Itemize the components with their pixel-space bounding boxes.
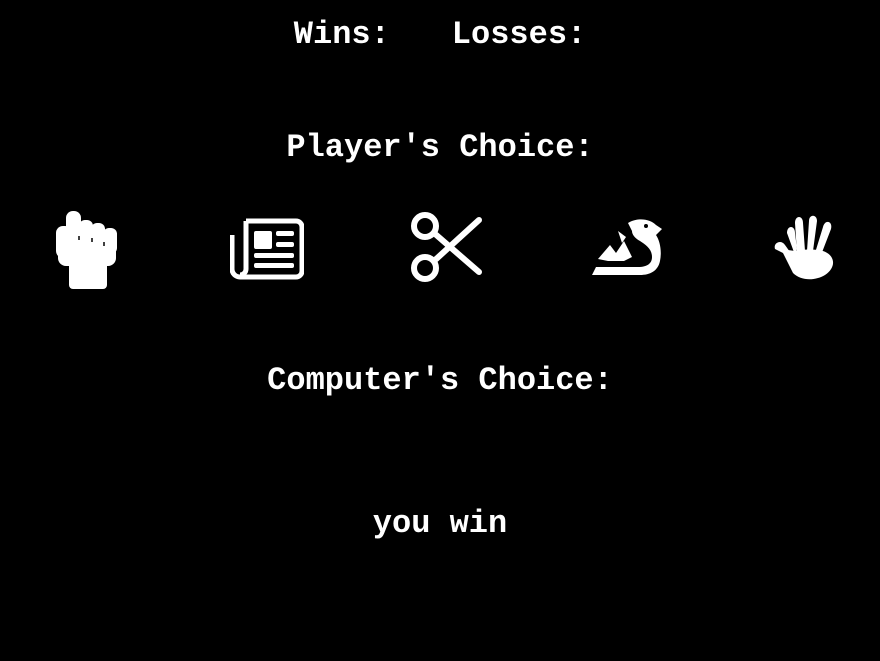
vulcan-salute-icon — [774, 215, 834, 280]
result-text: you win — [372, 505, 508, 542]
dragon-button[interactable] — [581, 200, 671, 296]
rock-button[interactable] — [44, 200, 134, 296]
dragon-icon — [592, 219, 662, 275]
score-row: Wins: Losses: — [0, 19, 880, 51]
spock-button[interactable] — [762, 200, 852, 296]
fist-icon — [56, 211, 117, 289]
player-choices — [0, 200, 880, 296]
wins-label: Wins: — [293, 16, 390, 53]
computer-choice-title: Computer's Choice: — [267, 362, 613, 399]
scissors-icon — [411, 212, 482, 282]
paper-button[interactable] — [222, 200, 312, 296]
player-choice-title: Player's Choice: — [286, 129, 594, 166]
losses-label: Losses: — [451, 16, 587, 53]
newspaper-icon — [230, 218, 304, 280]
scissors-button[interactable] — [402, 200, 492, 296]
